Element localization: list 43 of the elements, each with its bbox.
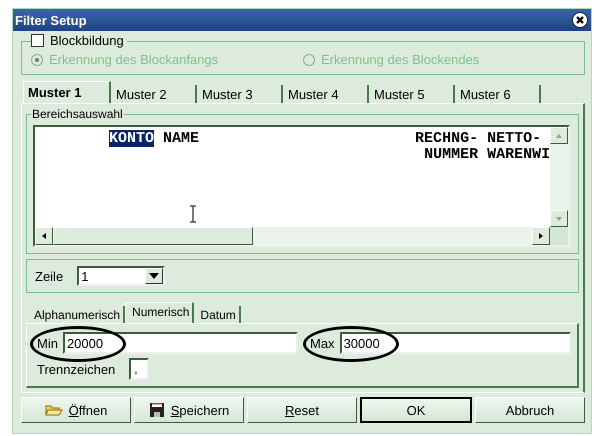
field-label: Max [310,336,335,350]
group-title: Bereichsauswahl [31,107,124,121]
scrollbar-corner [550,227,568,245]
radio-label: Erkennung des Blockanfangs [49,52,218,67]
text-line: NUMMER WARENWI [423,147,550,163]
up-arrow-icon [555,132,563,140]
tab[interactable]: Muster 3 [197,85,283,103]
tab[interactable]: Datum [194,306,241,323]
tab[interactable]: Muster 1 [23,81,111,103]
dialog-button[interactable]: Reset [247,397,357,423]
field-label: Zeile [35,268,64,284]
text-line: KONTO NAME RECHNG- NETTO- [108,131,542,147]
field-label: Trennzeichen [37,362,116,376]
tab[interactable]: Muster 6 [455,85,541,103]
input-field[interactable]: , [129,358,150,380]
dialog-button[interactable]: OK [360,397,472,423]
down-arrow-icon [555,214,563,222]
vertical-scrollbar[interactable] [550,127,568,227]
dialog-button[interactable]: Öffnen [21,397,131,423]
text-cursor-icon [189,205,197,223]
folder-icon [44,403,63,417]
text-area[interactable]: KONTO NAME RECHNG- NETTO- NUMMER WARENWI [33,125,570,247]
tab[interactable]: Muster 2 [111,85,197,103]
tab[interactable]: Numerisch [125,302,194,323]
scroll-thumb[interactable] [53,227,253,245]
tab[interactable]: Muster 5 [369,85,455,103]
checkbox-label: Blockbildung [50,33,124,48]
input-field[interactable]: 30000 [340,332,571,354]
dialog-button[interactable]: Speichern [134,397,244,423]
checkbox[interactable] [31,34,44,47]
dropdown[interactable]: 1 [77,266,166,286]
field-label: Min [37,336,58,350]
tab[interactable]: Muster 4 [283,85,369,103]
radio-label: Erkennung des Blockendes [321,52,480,67]
dropdown-arrow-icon [149,273,160,279]
horizontal-scrollbar[interactable] [35,227,568,245]
input-field[interactable]: 20000 [62,332,298,354]
dialog-button[interactable]: Abbruch [475,397,585,423]
right-arrow-icon [537,232,545,240]
window-title: Filter Setup [15,12,87,28]
tab[interactable]: Alphanumerisch [28,306,126,323]
left-arrow-icon [40,232,48,240]
close-icon[interactable] [572,12,588,28]
